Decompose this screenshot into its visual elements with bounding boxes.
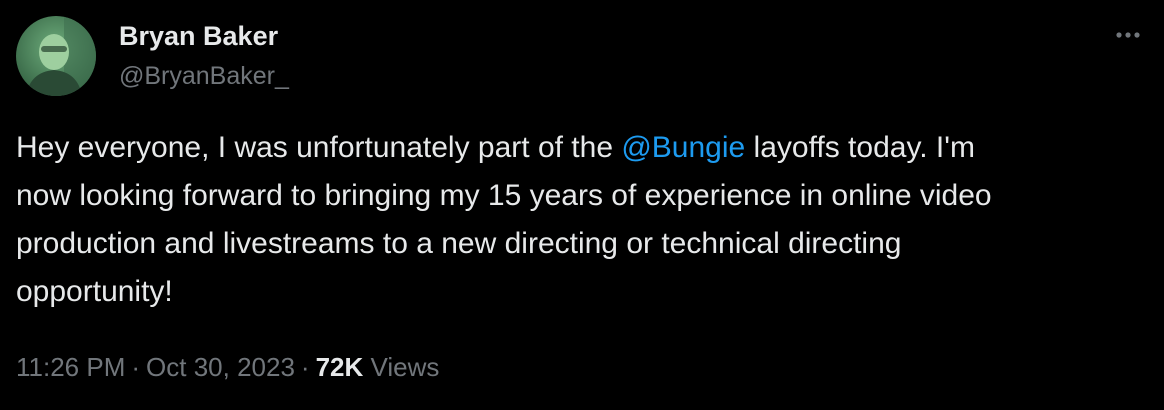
tweet-text: Hey everyone, I was unfortunately part o… <box>16 124 1156 316</box>
author-display-name[interactable]: Bryan Baker <box>119 20 278 52</box>
more-options-button[interactable] <box>1106 20 1150 50</box>
tweet-meta: 11:26 PM · Oct 30, 2023 · 72K Views <box>16 350 439 384</box>
tweet-text-segment: Hey everyone, I was unfortunately part o… <box>16 131 622 164</box>
tweet-card: Bryan Baker @BryanBaker_ Hey everyone, I… <box>0 0 1164 410</box>
avatar-image <box>16 16 96 96</box>
tweet-text-line-1: Hey everyone, I was unfortunately part o… <box>16 124 1156 172</box>
avatar[interactable] <box>16 16 96 96</box>
tweet-text-segment: layoffs today. I'm <box>745 131 975 164</box>
tweet-text-line-3: production and livestreams to a new dire… <box>16 227 902 260</box>
tweet-text-line-4: opportunity! <box>16 275 173 308</box>
views-label: Views <box>370 352 440 382</box>
tweet-time[interactable]: 11:26 PM <box>16 352 125 382</box>
more-horizontal-icon <box>1116 32 1140 38</box>
tweet-date[interactable]: Oct 30, 2023 <box>146 352 295 382</box>
author-handle[interactable]: @BryanBaker_ <box>119 61 289 91</box>
views-count: 72K <box>315 352 364 382</box>
mention-link-bungie[interactable]: @Bungie <box>621 131 745 164</box>
meta-separator: · <box>131 352 141 382</box>
tweet-text-line-2: now looking forward to bringing my 15 ye… <box>16 179 992 212</box>
meta-separator: · <box>300 352 310 382</box>
